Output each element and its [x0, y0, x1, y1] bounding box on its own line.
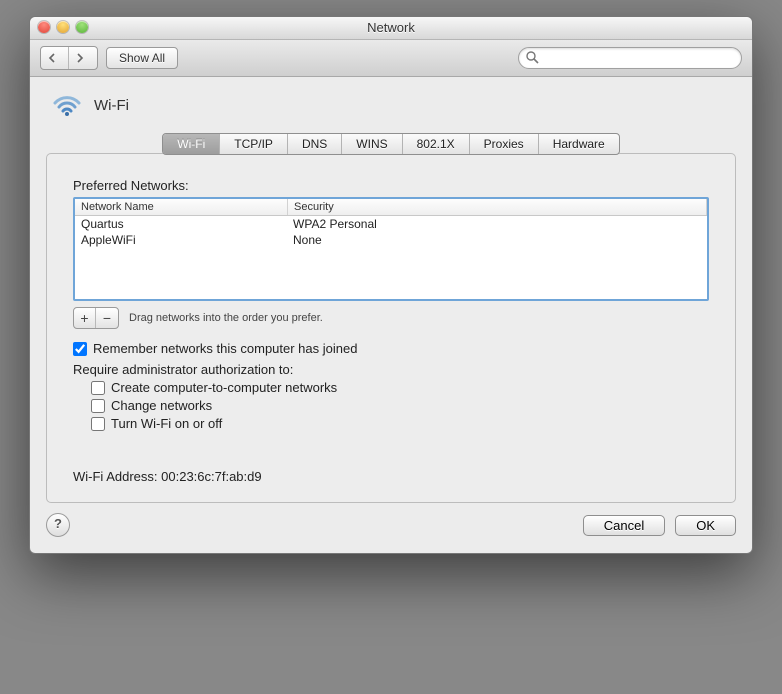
admin-create-checkbox[interactable]	[91, 381, 105, 395]
preferences-window: Network Show All	[29, 16, 753, 554]
tab-wins[interactable]: WINS	[342, 134, 402, 154]
add-remove-segment: + −	[73, 307, 119, 329]
wifi-icon	[52, 93, 82, 117]
cell-security: None	[287, 232, 707, 248]
tab-hardware[interactable]: Hardware	[539, 134, 619, 154]
col-network-name[interactable]: Network Name	[75, 199, 288, 215]
show-all-button[interactable]: Show All	[106, 47, 178, 69]
admin-create-label: Create computer-to-computer networks	[111, 380, 337, 395]
wifi-sheet: Preferred Networks: Network Name Securit…	[46, 153, 736, 503]
cell-security: WPA2 Personal	[287, 216, 707, 232]
admin-change-checkbox[interactable]	[91, 399, 105, 413]
titlebar: Network	[30, 17, 752, 40]
traffic-lights	[38, 21, 88, 33]
add-network-button[interactable]: +	[74, 308, 96, 328]
search-field	[518, 47, 742, 69]
help-button[interactable]: ?	[46, 513, 70, 537]
preferred-networks-table[interactable]: Network Name Security Quartus WPA2 Perso…	[73, 197, 709, 301]
tab-8021x[interactable]: 802.1X	[403, 134, 470, 154]
wifi-address-value: 00:23:6c:7f:ab:d9	[161, 469, 261, 484]
remember-networks-option[interactable]: Remember networks this computer has join…	[73, 341, 709, 356]
admin-change-option[interactable]: Change networks	[91, 398, 709, 413]
panel-title: Wi-Fi	[94, 97, 129, 114]
chevron-left-icon	[47, 53, 57, 63]
close-icon[interactable]	[38, 21, 50, 33]
admin-auth-label: Require administrator authorization to:	[73, 362, 709, 377]
add-remove-row: + − Drag networks into the order you pre…	[73, 307, 709, 329]
table-row[interactable]: AppleWiFi None	[75, 232, 707, 248]
minimize-icon[interactable]	[57, 21, 69, 33]
chevron-right-icon	[75, 53, 85, 63]
wifi-address: Wi-Fi Address: 00:23:6c:7f:ab:d9	[73, 469, 709, 484]
back-button[interactable]	[41, 47, 69, 69]
cell-network-name: Quartus	[75, 216, 287, 232]
options: Remember networks this computer has join…	[73, 341, 709, 431]
remove-network-button[interactable]: −	[96, 308, 118, 328]
nav-back-forward	[40, 46, 98, 70]
footer: ? Cancel OK	[46, 513, 736, 537]
cell-network-name: AppleWiFi	[75, 232, 287, 248]
table-header: Network Name Security	[75, 199, 707, 216]
admin-toggle-option[interactable]: Turn Wi-Fi on or off	[91, 416, 709, 431]
tab-bar: Wi-Fi TCP/IP DNS WINS 802.1X Proxies Har…	[46, 133, 736, 155]
wifi-address-label: Wi-Fi Address:	[73, 469, 158, 484]
toolbar: Show All	[30, 40, 752, 77]
col-security[interactable]: Security	[288, 199, 707, 215]
search-icon	[525, 50, 539, 64]
tab-wifi[interactable]: Wi-Fi	[163, 134, 220, 154]
panel-header: Wi-Fi	[46, 89, 736, 129]
tab-proxies[interactable]: Proxies	[470, 134, 539, 154]
tab-dns[interactable]: DNS	[288, 134, 342, 154]
tab-tcpip[interactable]: TCP/IP	[220, 134, 288, 154]
forward-button[interactable]	[69, 47, 97, 69]
admin-create-option[interactable]: Create computer-to-computer networks	[91, 380, 709, 395]
remember-networks-label: Remember networks this computer has join…	[93, 341, 357, 356]
admin-toggle-label: Turn Wi-Fi on or off	[111, 416, 222, 431]
cancel-button[interactable]: Cancel	[583, 515, 665, 536]
zoom-icon[interactable]	[76, 21, 88, 33]
body: Wi-Fi Wi-Fi TCP/IP DNS WINS 802.1X Proxi…	[30, 77, 752, 553]
drag-hint: Drag networks into the order you prefer.	[129, 312, 323, 324]
table-row[interactable]: Quartus WPA2 Personal	[75, 216, 707, 232]
remember-networks-checkbox[interactable]	[73, 342, 87, 356]
preferred-networks-label: Preferred Networks:	[73, 178, 709, 193]
ok-button[interactable]: OK	[675, 515, 736, 536]
admin-toggle-checkbox[interactable]	[91, 417, 105, 431]
search-input[interactable]	[518, 47, 742, 69]
window-title: Network	[30, 17, 752, 39]
admin-change-label: Change networks	[111, 398, 212, 413]
